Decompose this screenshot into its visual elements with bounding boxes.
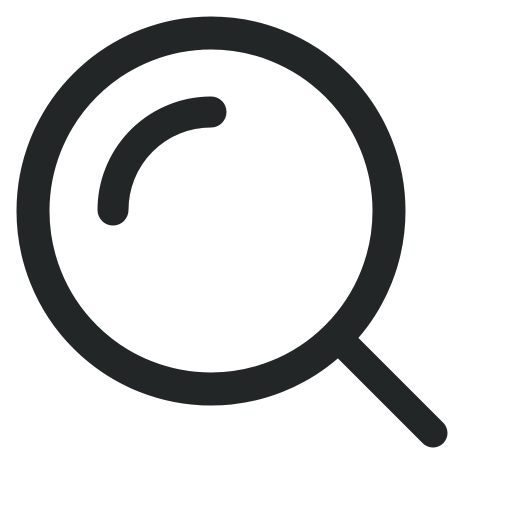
search-icon[interactable] (0, 0, 512, 512)
magnifier-lens-highlight (97, 96, 227, 226)
magnifier-handle (328, 328, 448, 448)
icon-canvas (0, 0, 512, 512)
search-icon-button[interactable] (0, 0, 512, 512)
